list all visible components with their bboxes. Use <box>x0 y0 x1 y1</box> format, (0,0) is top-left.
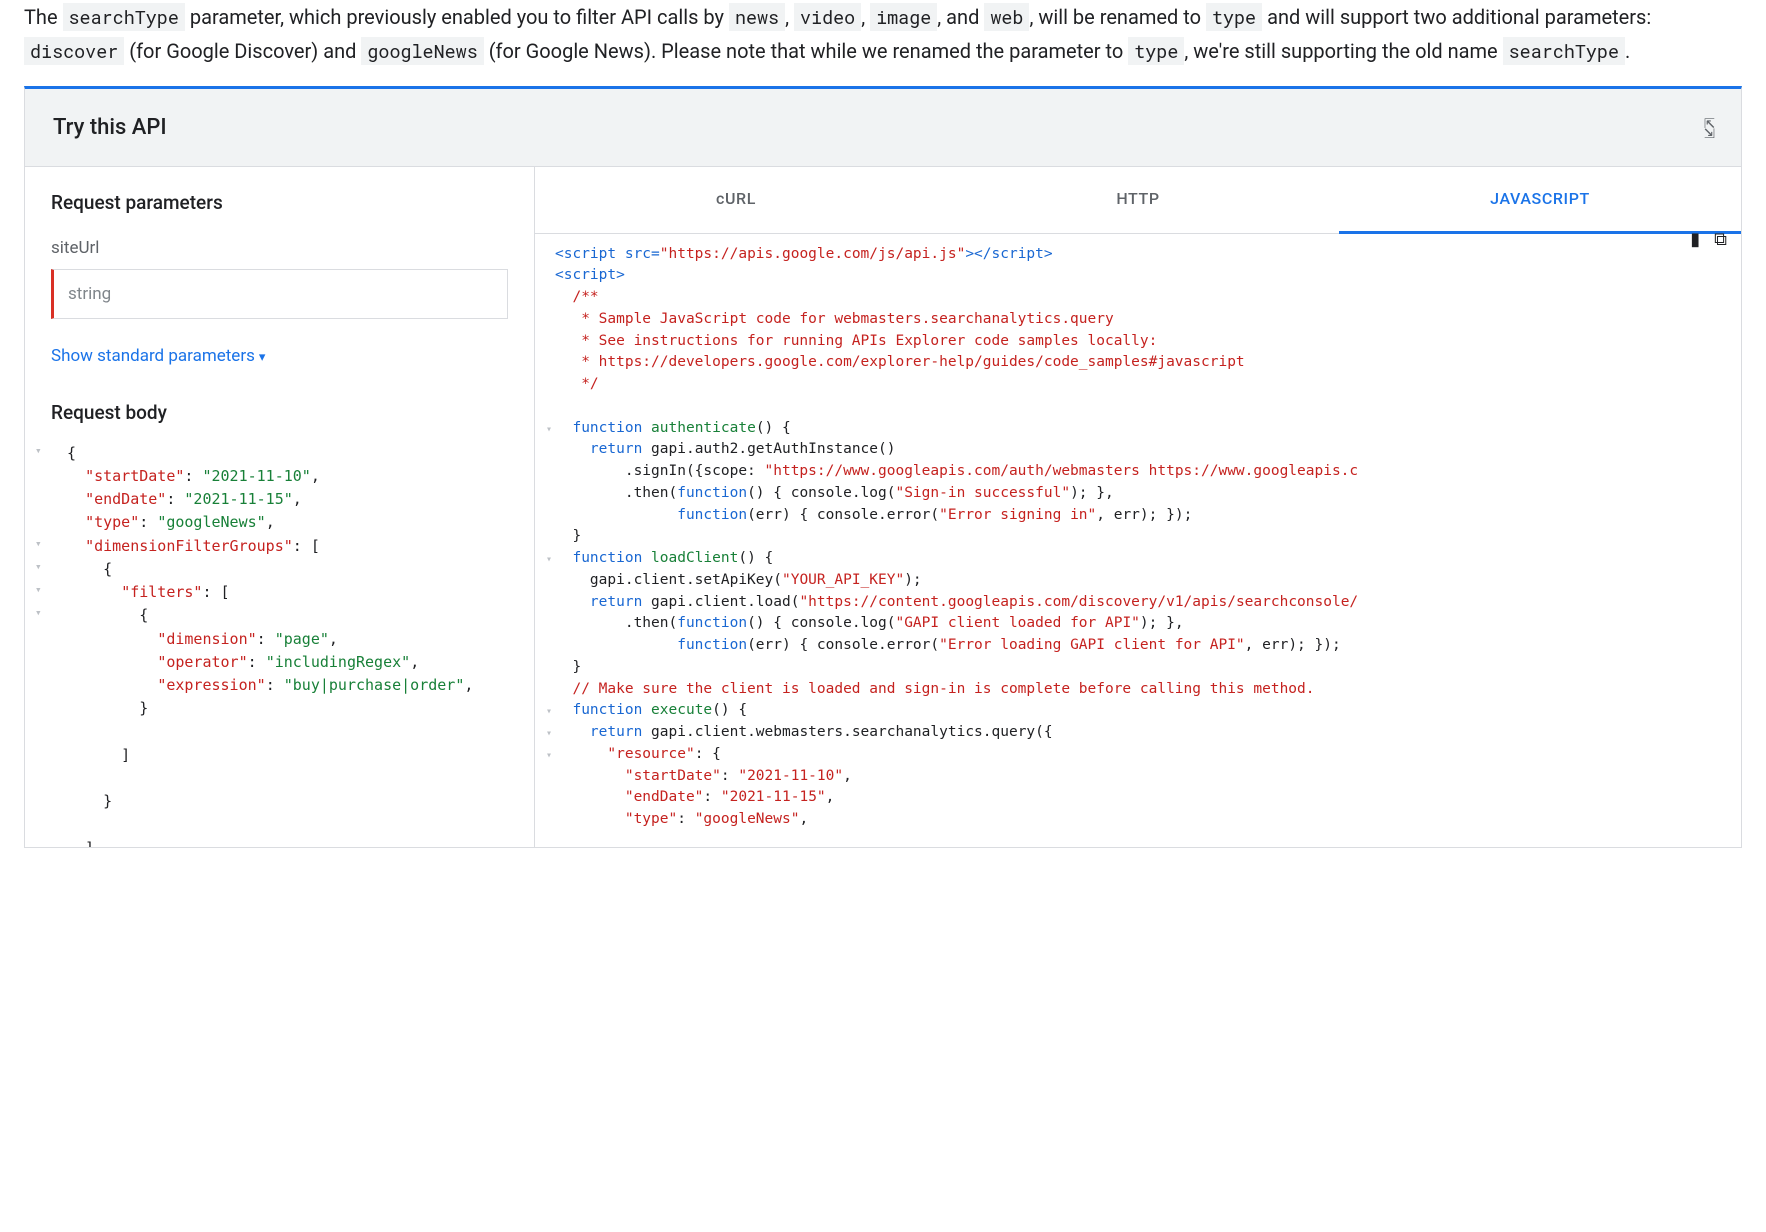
code-tabs: cURL HTTP JAVASCRIPT <box>535 167 1741 233</box>
code-news: news <box>729 3 785 31</box>
tab-curl[interactable]: cURL <box>535 167 937 232</box>
code-type: type <box>1206 3 1262 31</box>
code-discover: discover <box>24 37 124 65</box>
code-sample-pane: cURL HTTP JAVASCRIPT ▮ ⧉ <script src="ht… <box>535 167 1741 847</box>
feedback-icon[interactable]: ▮ <box>1690 225 1700 256</box>
code-searchtype2: searchType <box>1503 37 1625 65</box>
code-sample[interactable]: <script src="https://apis.google.com/js/… <box>535 234 1741 848</box>
panel-title: Try this API <box>53 109 167 146</box>
code-googlenews: googleNews <box>361 37 483 65</box>
siteurl-label: siteUrl <box>51 234 508 263</box>
api-explorer-panel: Try this API ⇱⇲ Request parameters siteU… <box>24 86 1742 848</box>
siteurl-input[interactable]: string <box>51 269 508 320</box>
code-image: image <box>870 3 937 31</box>
collapse-icon[interactable]: ⇱⇲ <box>1704 118 1713 138</box>
tab-http[interactable]: HTTP <box>937 167 1339 232</box>
code-searchtype: searchType <box>63 3 185 31</box>
code-web: web <box>984 3 1029 31</box>
request-pane: Request parameters siteUrl string Show s… <box>25 167 535 847</box>
code-video: video <box>794 3 861 31</box>
show-standard-parameters-link[interactable]: Show standard parameters▾ <box>51 342 265 371</box>
tab-javascript[interactable]: JAVASCRIPT <box>1339 167 1741 233</box>
request-body-editor[interactable]: ▾{ "startDate": "2021-11-10", "endDate":… <box>51 442 508 848</box>
copy-icon[interactable]: ⧉ <box>1714 225 1727 256</box>
code-type2: type <box>1128 37 1184 65</box>
request-parameters-heading: Request parameters <box>51 187 508 219</box>
chevron-down-icon: ▾ <box>259 350 266 365</box>
intro-paragraph: The searchType parameter, which previous… <box>24 0 1742 86</box>
request-body-heading: Request body <box>51 397 508 429</box>
